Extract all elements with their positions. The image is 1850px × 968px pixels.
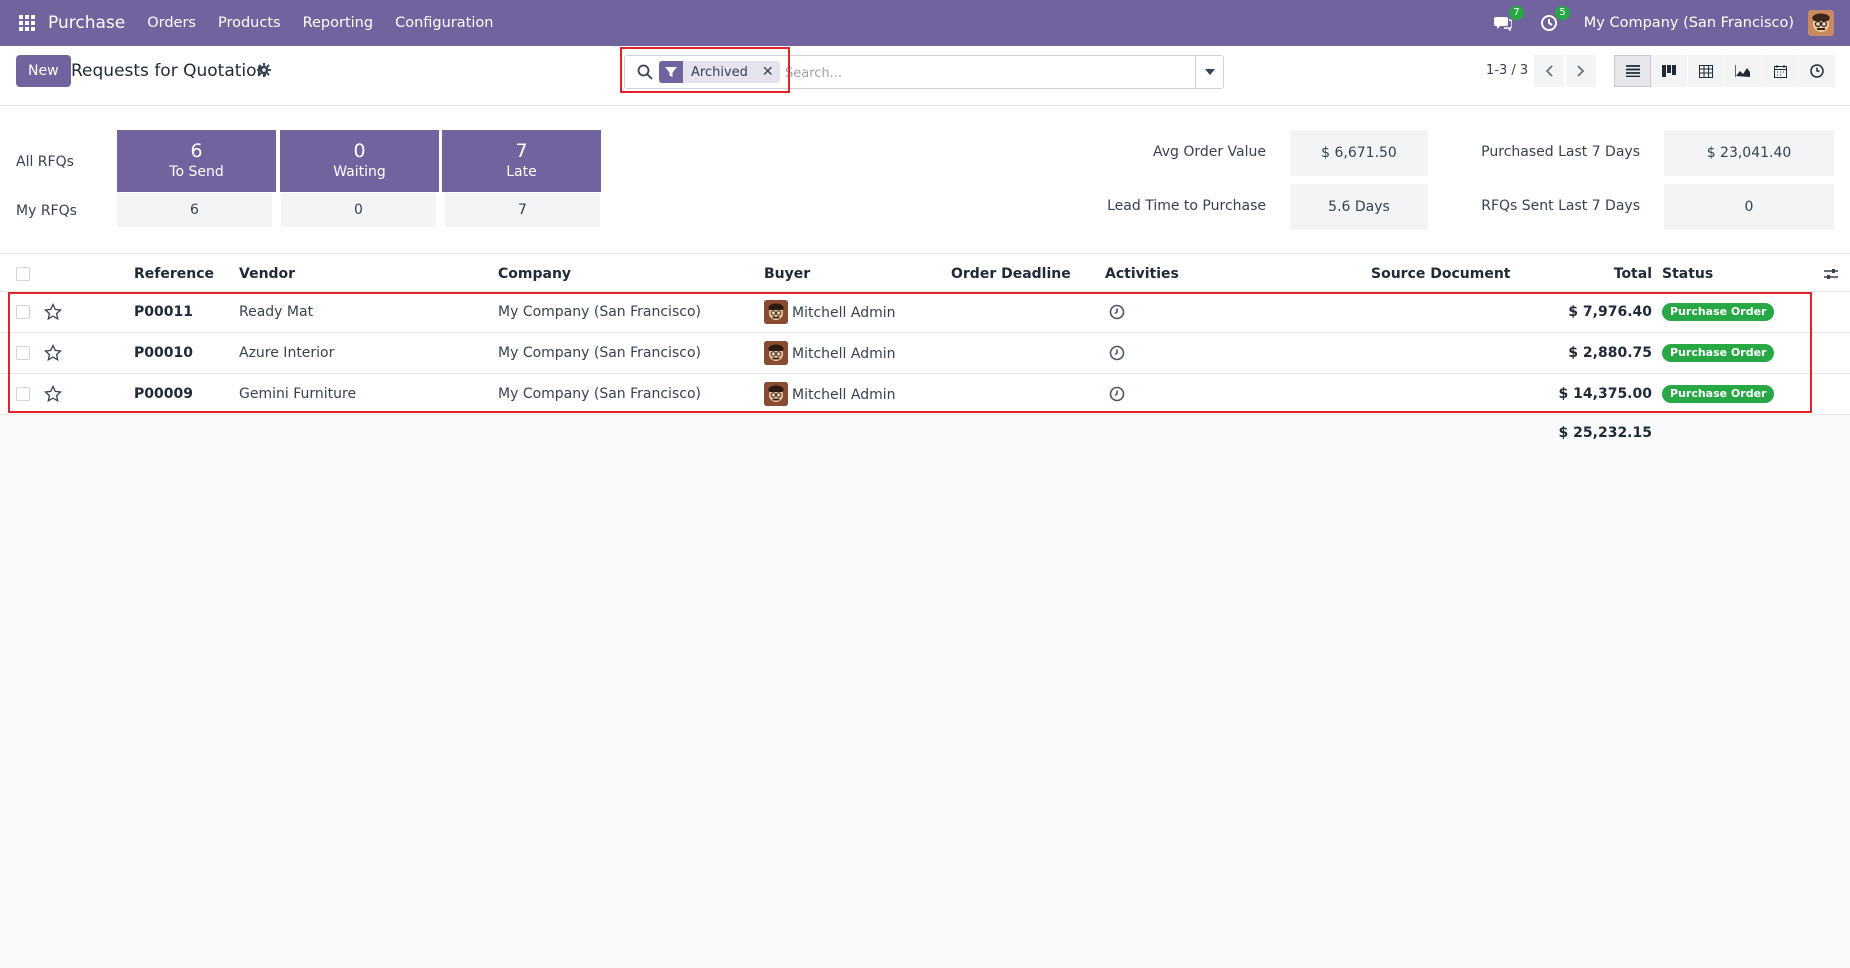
activities-count-badge: 5 — [1555, 6, 1570, 20]
my-to-send-tile[interactable]: 6 — [117, 193, 272, 227]
table-icon — [1699, 64, 1713, 78]
select-all-checkbox[interactable] — [16, 267, 30, 281]
clock-icon — [1810, 64, 1824, 78]
apps-menu-icon[interactable] — [18, 14, 36, 32]
rfqs-sent-value: 0 — [1664, 184, 1834, 230]
my-rfqs-label: My RFQs — [16, 203, 77, 219]
late-tile[interactable]: 7 Late — [442, 130, 601, 192]
to-send-tile[interactable]: 6 To Send — [117, 130, 276, 192]
lead-time-value: 5.6 Days — [1290, 184, 1428, 230]
header-company[interactable]: Company — [498, 266, 571, 282]
user-avatar[interactable] — [1808, 10, 1834, 36]
header-total[interactable]: Total — [1614, 266, 1652, 282]
page-title: Requests for Quotation — [71, 61, 268, 81]
all-rfqs-label: All RFQs — [16, 154, 74, 170]
list-view-button[interactable] — [1614, 55, 1651, 87]
menu-orders[interactable]: Orders — [147, 15, 196, 31]
purchased-value: $ 23,041.40 — [1664, 130, 1834, 176]
header-source-document[interactable]: Source Document — [1371, 266, 1511, 282]
optional-columns-icon[interactable] — [1824, 268, 1838, 280]
new-button[interactable]: New — [16, 55, 71, 87]
grand-total: $ 25,232.15 — [1558, 425, 1652, 441]
pager-next-button[interactable] — [1566, 55, 1596, 87]
avg-order-value: $ 6,671.50 — [1290, 130, 1428, 176]
calendar-view-button[interactable] — [1762, 55, 1799, 87]
waiting-tile[interactable]: 0 Waiting — [280, 130, 439, 192]
list-icon — [1625, 65, 1640, 77]
rfq-dashboard: All RFQs My RFQs 6 To Send 0 Waiting 7 L… — [0, 106, 1850, 254]
messages-count-badge: 7 — [1509, 6, 1524, 20]
chevron-left-icon — [1545, 65, 1553, 77]
header-vendor[interactable]: Vendor — [239, 266, 295, 282]
avg-order-label: Avg Order Value — [1152, 144, 1266, 160]
lead-time-label: Lead Time to Purchase — [1107, 198, 1266, 214]
pager-previous-button[interactable] — [1534, 55, 1564, 87]
company-switcher[interactable]: My Company (San Francisco) — [1584, 15, 1794, 31]
app-brand[interactable]: Purchase — [48, 13, 125, 33]
header-order-deadline[interactable]: Order Deadline — [951, 266, 1071, 282]
header-reference[interactable]: Reference — [134, 266, 214, 282]
to-send-label: To Send — [169, 164, 224, 180]
caret-down-icon — [1204, 69, 1215, 75]
menu-reporting[interactable]: Reporting — [303, 15, 374, 31]
activities-clock-icon[interactable]: 5 — [1538, 6, 1570, 34]
area-chart-icon — [1735, 65, 1750, 77]
late-count: 7 — [515, 140, 528, 162]
table-header: Reference Vendor Company Buyer Order Dea… — [0, 256, 1850, 292]
chevron-right-icon — [1577, 65, 1585, 77]
menu-products[interactable]: Products — [218, 15, 281, 31]
table-footer: $ 25,232.15 — [0, 415, 1850, 455]
messages-icon[interactable]: 7 — [1492, 6, 1524, 34]
header-buyer[interactable]: Buyer — [764, 266, 810, 282]
rfqs-sent-label: RFQs Sent Last 7 Days — [1481, 198, 1640, 214]
activity-view-button[interactable] — [1799, 55, 1836, 87]
kanban-view-button[interactable] — [1651, 55, 1688, 87]
search-facet-highlight — [620, 47, 790, 93]
waiting-count: 0 — [353, 140, 366, 162]
pivot-view-button[interactable] — [1688, 55, 1725, 87]
late-label: Late — [506, 164, 537, 180]
header-status[interactable]: Status — [1662, 266, 1713, 282]
rows-highlight — [8, 292, 1812, 413]
kanban-icon — [1662, 65, 1676, 77]
header-activities[interactable]: Activities — [1105, 266, 1179, 282]
waiting-label: Waiting — [333, 164, 386, 180]
calendar-icon — [1773, 64, 1787, 78]
search-input[interactable] — [785, 62, 1195, 84]
gear-icon[interactable] — [257, 63, 271, 77]
search-options-toggle[interactable] — [1195, 56, 1223, 88]
to-send-count: 6 — [190, 140, 203, 162]
purchased-label: Purchased Last 7 Days — [1481, 144, 1640, 160]
pager-value[interactable]: 1-3 / 3 — [1486, 63, 1528, 78]
my-waiting-tile[interactable]: 0 — [281, 193, 436, 227]
graph-view-button[interactable] — [1725, 55, 1762, 87]
my-late-tile[interactable]: 7 — [445, 193, 600, 227]
menu-configuration[interactable]: Configuration — [395, 15, 493, 31]
top-navbar: Purchase Orders Products Reporting Confi… — [0, 0, 1850, 46]
control-panel: New Requests for Quotation Archived ✕ 1-… — [0, 46, 1850, 106]
